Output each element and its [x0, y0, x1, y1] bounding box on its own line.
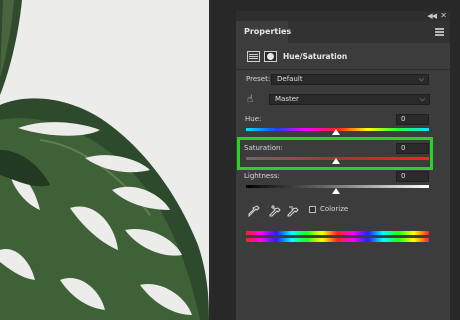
- eyedropper-minus-icon[interactable]: [287, 205, 299, 217]
- lightness-label: Lightness:: [244, 172, 280, 180]
- panel-tabbar: Properties: [236, 21, 450, 43]
- panel-title-strip: ◀◀ ✕: [236, 11, 450, 21]
- colorize-label: Colorize: [320, 205, 349, 213]
- adjustment-header: Hue/Saturation: [236, 43, 450, 69]
- collapse-icon[interactable]: ◀◀: [427, 11, 437, 21]
- close-icon[interactable]: ✕: [440, 11, 447, 21]
- lightness-value-input[interactable]: 0: [396, 171, 429, 182]
- channel-value: Master: [275, 95, 299, 103]
- preset-label: Preset:: [246, 75, 271, 83]
- hue-slider-thumb[interactable]: [332, 129, 340, 135]
- adjustment-layer-icon[interactable]: [247, 51, 260, 62]
- layer-mask-icon[interactable]: [264, 51, 277, 62]
- panel-menu-icon[interactable]: [435, 28, 444, 36]
- channel-dropdown[interactable]: Master ⌵: [269, 94, 430, 105]
- canvas-image: [0, 0, 209, 320]
- output-color-spectrum: [246, 238, 429, 242]
- input-color-spectrum: [246, 231, 429, 235]
- divider: [236, 69, 450, 70]
- eyedropper-icon[interactable]: [248, 205, 260, 218]
- chevron-down-icon: ⌵: [419, 95, 425, 103]
- saturation-highlight-box: [237, 137, 433, 170]
- eyedropper-plus-icon[interactable]: [269, 205, 281, 217]
- adjustment-title: Hue/Saturation: [283, 52, 348, 61]
- preset-dropdown[interactable]: Default ⌵: [271, 74, 429, 85]
- targeted-adjustment-hand-icon[interactable]: ☝: [247, 93, 259, 106]
- chevron-down-icon: ⌵: [418, 75, 424, 83]
- monstera-leaf-image: [0, 0, 209, 320]
- lightness-slider-thumb[interactable]: [332, 188, 340, 194]
- preset-value: Default: [277, 75, 303, 83]
- hue-value-input[interactable]: 0: [396, 114, 429, 125]
- colorize-checkbox[interactable]: [309, 206, 316, 213]
- tab-properties[interactable]: Properties: [236, 21, 291, 43]
- hue-label: Hue:: [245, 115, 262, 123]
